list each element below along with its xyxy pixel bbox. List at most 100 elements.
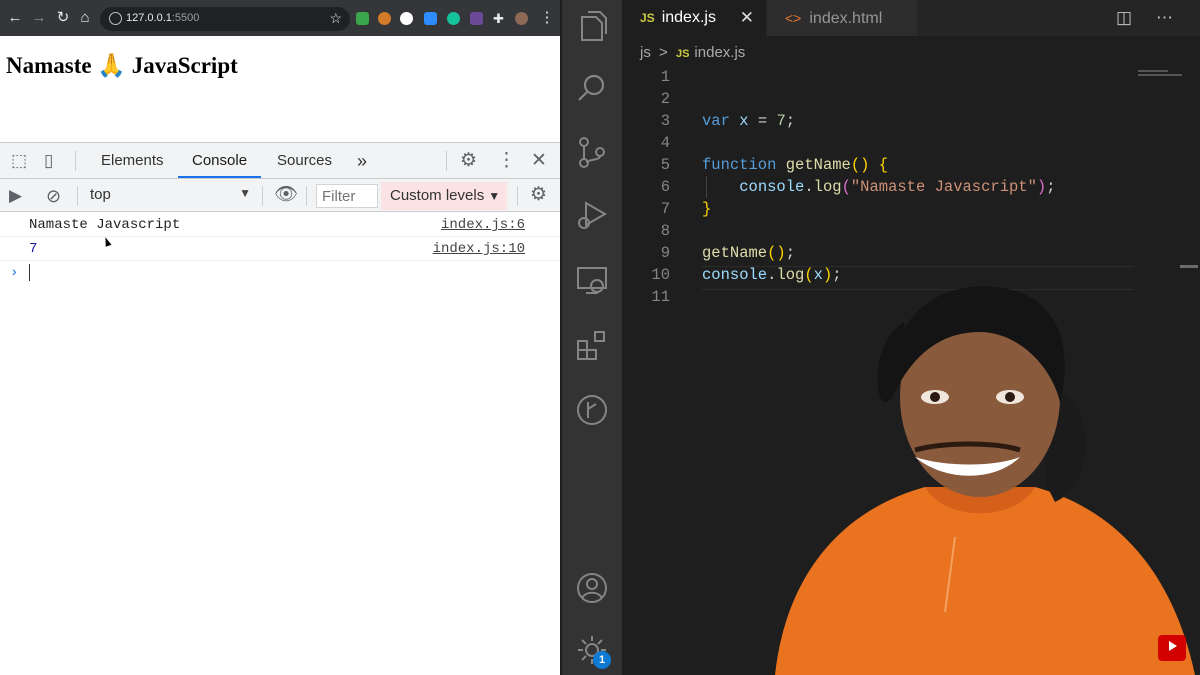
- tab-console[interactable]: Console: [178, 143, 262, 178]
- console-settings-gear-icon[interactable]: ⚙: [530, 185, 547, 205]
- remote-explorer-icon[interactable]: [574, 262, 610, 298]
- tab-index-js[interactable]: JS index.js ✕: [622, 0, 766, 36]
- code-text: getName();: [702, 244, 796, 262]
- notification-badge: 1: [593, 651, 611, 669]
- tab-label: index.html: [809, 10, 883, 27]
- line-number: 10: [651, 266, 670, 284]
- activity-bar: 1: [562, 0, 622, 675]
- context-value: top: [90, 186, 111, 203]
- line-number: 11: [651, 288, 670, 306]
- code-text: console.log("Namaste Javascript");: [739, 178, 1056, 196]
- code-line: 6 console.log("Namaste Javascript");: [622, 176, 1142, 198]
- tab-sources[interactable]: Sources: [277, 143, 332, 178]
- console-input[interactable]: [29, 264, 30, 281]
- inspect-element-icon[interactable]: ⬚: [11, 151, 27, 171]
- breadcrumb-folder[interactable]: js: [640, 44, 651, 61]
- editor-tab-bar: JS index.js ✕ <> index.html ◫ ⋯: [622, 0, 1200, 36]
- code-text: function getName() {: [702, 156, 889, 174]
- line-number: 2: [660, 90, 670, 108]
- page-heading: Namaste 🙏 JavaScript: [6, 53, 238, 78]
- divider: [517, 186, 518, 206]
- home-icon[interactable]: ⌂: [76, 9, 94, 27]
- site-info-icon[interactable]: [109, 12, 122, 25]
- javascript-file-icon: JS: [675, 48, 690, 60]
- extension-compass-icon[interactable]: [400, 12, 413, 25]
- devtools-tab-bar: ⬚ ▯ Elements Console Sources » ⚙ ⋮ ✕: [0, 143, 560, 179]
- settings-gear-icon[interactable]: ⚙: [460, 151, 477, 171]
- chevron-down-icon: ▼: [488, 189, 501, 203]
- chevron-down-icon: ▼: [239, 186, 251, 200]
- browser-window: ← → ↻ ⌂ 127.0.0.1:5500 ☆ ✚ ⋮ Namaste 🙏 J…: [0, 0, 560, 675]
- extension-zoom-icon[interactable]: [424, 12, 437, 25]
- code-line: 3 var x = 7;: [622, 110, 1142, 132]
- line-number: 7: [660, 200, 670, 218]
- line-number: 6: [660, 178, 670, 196]
- divider: [75, 151, 76, 171]
- subscribe-button[interactable]: [1158, 635, 1186, 661]
- extension-cookie-icon[interactable]: [378, 12, 391, 25]
- split-editor-icon[interactable]: ◫: [1116, 8, 1132, 28]
- divider: [446, 151, 447, 171]
- line-number: 1: [660, 68, 670, 86]
- divider: [306, 186, 307, 206]
- more-tabs-icon[interactable]: »: [357, 143, 367, 178]
- code-line: 5 function getName() {: [622, 154, 1142, 176]
- extensions-icon[interactable]: [574, 328, 610, 364]
- chevron-right-icon: >: [659, 44, 668, 61]
- code-line: 2: [622, 88, 1142, 110]
- breadcrumb: js > JS index.js: [640, 44, 745, 61]
- devtools-panel: ⬚ ▯ Elements Console Sources » ⚙ ⋮ ✕ ▶ ⊘…: [0, 142, 560, 675]
- html-file-icon: <>: [785, 10, 802, 26]
- log-source-link[interactable]: index.js:10: [433, 237, 525, 261]
- presenter-webcam: [755, 282, 1200, 675]
- reload-icon[interactable]: ↻: [54, 9, 72, 27]
- extension-chart-icon[interactable]: [356, 12, 369, 25]
- context-selector[interactable]: top ▼: [90, 186, 255, 206]
- show-sidebar-icon[interactable]: ▶: [9, 186, 22, 206]
- log-message: Namaste Javascript: [29, 217, 181, 233]
- minimap[interactable]: [1138, 70, 1182, 84]
- log-levels-dropdown[interactable]: Custom levels ▼: [381, 182, 507, 210]
- presenter-image: [775, 286, 1195, 675]
- tab-index-html[interactable]: <> index.html: [767, 0, 917, 36]
- code-line: 1: [622, 66, 1142, 88]
- tab-elements[interactable]: Elements: [101, 143, 164, 178]
- back-icon[interactable]: ←: [6, 9, 24, 27]
- console-log-row: Namaste Javascript index.js:6: [0, 213, 560, 237]
- device-toolbar-icon[interactable]: ▯: [44, 151, 53, 171]
- web-page: Namaste 🙏 JavaScript: [0, 36, 560, 142]
- code-text: var x = 7;: [702, 112, 796, 130]
- close-devtools-icon[interactable]: ✕: [531, 151, 547, 171]
- console-log-row: 7 index.js:10: [0, 237, 560, 261]
- line-number: 9: [660, 244, 670, 262]
- extension-wizard-icon[interactable]: [470, 12, 483, 25]
- live-expression-eye-icon[interactable]: 👁: [274, 185, 298, 205]
- source-control-icon[interactable]: [574, 134, 610, 170]
- close-tab-icon[interactable]: ✕: [740, 0, 754, 36]
- search-icon[interactable]: [574, 70, 610, 106]
- divider: [77, 186, 78, 206]
- git-graph-icon[interactable]: [574, 392, 610, 428]
- chrome-menu-icon[interactable]: ⋮: [538, 9, 556, 27]
- console-filter-input[interactable]: [316, 184, 378, 208]
- breadcrumb-file[interactable]: index.js: [694, 44, 745, 61]
- extension-grammarly-icon[interactable]: [447, 12, 460, 25]
- account-icon[interactable]: [574, 570, 610, 606]
- profile-avatar[interactable]: [515, 12, 528, 25]
- clear-console-icon[interactable]: ⊘: [46, 186, 61, 206]
- line-number: 8: [660, 222, 670, 240]
- run-debug-icon[interactable]: [574, 198, 610, 234]
- extensions-puzzle-icon[interactable]: ✚: [493, 12, 506, 25]
- log-source-link[interactable]: index.js:6: [441, 213, 525, 237]
- javascript-file-icon: JS: [640, 11, 655, 25]
- browser-toolbar: ← → ↻ ⌂ 127.0.0.1:5500 ☆ ✚ ⋮: [0, 0, 560, 36]
- explorer-files-icon[interactable]: [574, 8, 610, 44]
- more-actions-icon[interactable]: ⋯: [1156, 8, 1173, 28]
- more-options-icon[interactable]: ⋮: [497, 151, 516, 171]
- bookmark-star-icon[interactable]: ☆: [329, 10, 342, 27]
- address-bar[interactable]: 127.0.0.1:5500 ☆: [100, 7, 350, 31]
- code-line: 4: [622, 132, 1142, 154]
- forward-icon[interactable]: →: [30, 9, 48, 27]
- code-text: }: [702, 200, 712, 218]
- line-number: 5: [660, 156, 670, 174]
